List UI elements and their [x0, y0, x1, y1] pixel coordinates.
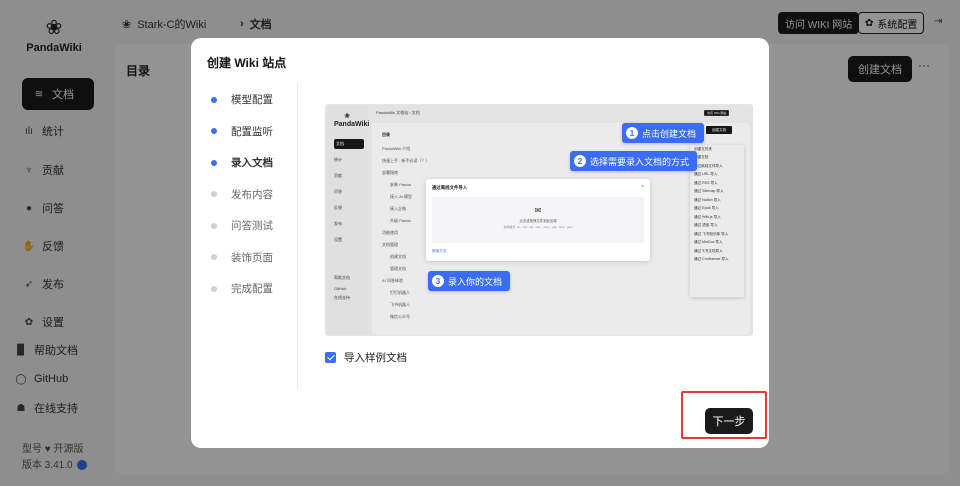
step-dot-icon [211, 191, 217, 198]
upload-icon: ✉ [534, 206, 542, 215]
step-dot-icon [211, 254, 217, 261]
callout-number: 2 [574, 155, 586, 167]
callout-step-2: 2 选择需要录入文档的方式 [570, 151, 698, 171]
step-dot-icon [211, 159, 217, 166]
callout-step-1: 1 点击创建文档 [622, 123, 705, 143]
step-dot-icon [211, 222, 217, 229]
step-model-config: 模型配置 [211, 84, 301, 116]
callout-text: 录入你的文档 [448, 276, 503, 287]
step-publish: 发布内容 [211, 179, 301, 211]
step-listen-config: 配置监听 [211, 116, 301, 148]
preview-dialog-title: 通过离线文件导入 [432, 185, 468, 190]
step-finish: 完成配置 [211, 273, 301, 305]
wizard-steps: 模型配置 配置监听 录入文档 发布内容 问答测试 装饰页面 完成配置 [211, 84, 301, 305]
preview-drop-sub: 支持格式 .txt, .md, .xls, .xlsx, .docx, .pdf… [503, 225, 573, 229]
preview-import-dialog: 通过离线文件导入 × ✉ 点击或拖拽文件到此区域 支持格式 .txt, .md,… [426, 179, 650, 261]
step-dot-icon [211, 128, 217, 135]
step-label: 录入文档 [231, 157, 273, 170]
step-label: 发布内容 [231, 188, 273, 201]
step-qa-test: 问答测试 [211, 210, 301, 242]
step-decorate: 装饰页面 [211, 242, 301, 274]
step-label: 装饰页面 [231, 251, 273, 264]
callout-text: 选择需要录入文档的方式 [590, 156, 690, 167]
preview-dialog-link: 使用方法 [432, 249, 447, 253]
import-sample-docs-option[interactable]: 导入样例文档 [325, 350, 407, 365]
step-label: 完成配置 [231, 283, 273, 296]
import-sample-label: 导入样例文档 [344, 352, 407, 364]
next-button-highlight-box [681, 391, 767, 439]
tutorial-preview-image: ❀ PandaWiki 文档 统计 贡献 问答 反馈 发布 设置 帮助文档 Git… [325, 104, 753, 336]
import-sample-checkbox[interactable] [325, 352, 336, 363]
callout-step-3: 3 录入你的文档 [428, 271, 511, 291]
step-import-docs: 录入文档 [211, 147, 301, 179]
callout-text: 点击创建文档 [642, 128, 697, 139]
setup-wizard-modal: 创建 Wiki 站点 模型配置 配置监听 录入文档 发布内容 问答测试 装饰页面… [191, 38, 769, 448]
step-dot-icon [211, 285, 217, 292]
steps-divider [297, 82, 298, 390]
callout-number: 3 [432, 275, 444, 287]
preview-drop-text: 点击或拖拽文件到此区域 [519, 219, 557, 223]
step-dot-icon [211, 96, 217, 103]
modal-title: 创建 Wiki 站点 [207, 56, 287, 70]
preview-dropzone: ✉ 点击或拖拽文件到此区域 支持格式 .txt, .md, .xls, .xls… [432, 197, 644, 243]
close-icon: × [641, 184, 644, 190]
step-label: 模型配置 [231, 94, 273, 107]
callout-number: 1 [626, 127, 638, 139]
step-label: 问答测试 [231, 220, 273, 233]
step-label: 配置监听 [231, 125, 273, 138]
